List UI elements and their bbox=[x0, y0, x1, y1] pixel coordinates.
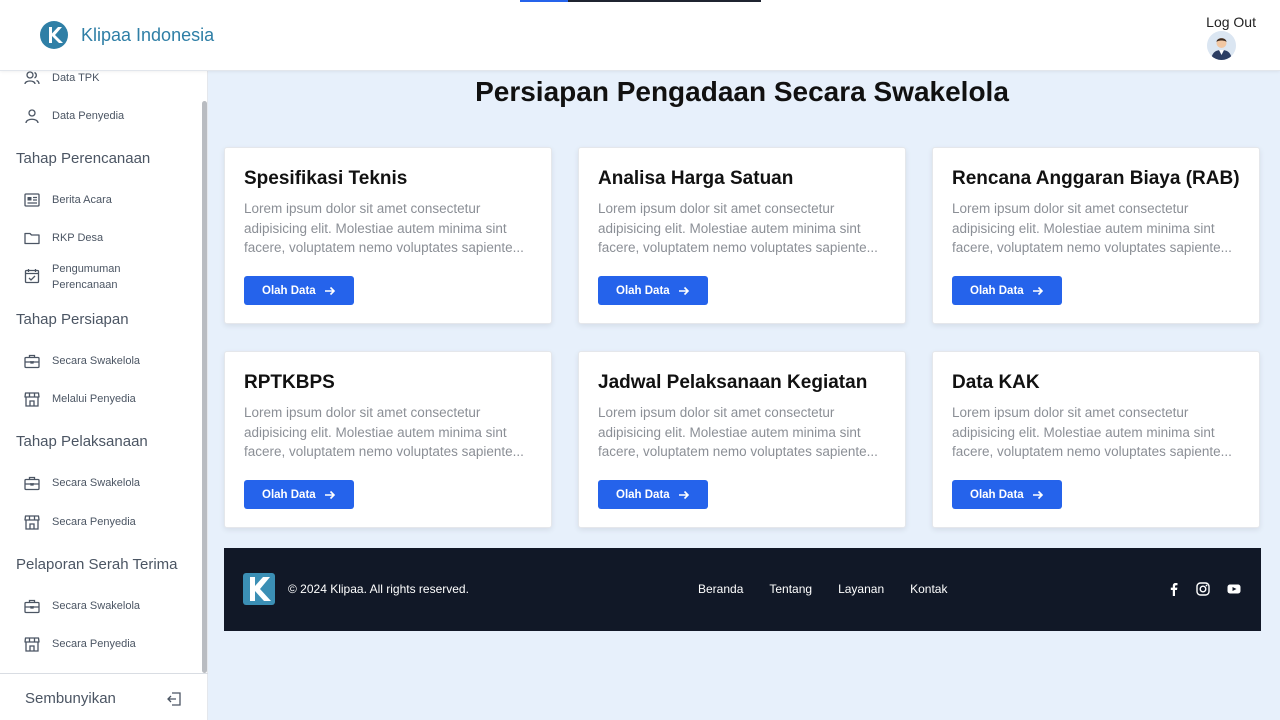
sidebar-item-label: Secara Swakelola bbox=[52, 477, 141, 489]
document-card-icon bbox=[24, 193, 40, 207]
card-description: Lorem ipsum dolor sit amet consectetur a… bbox=[598, 201, 878, 255]
arrow-right-icon bbox=[1032, 286, 1043, 295]
card-jadwal-pelaksanaan: Jadwal Pelaksanaan Kegiatan Lorem ipsum … bbox=[578, 351, 906, 528]
sidebar-item-pengumuman-perencanaan[interactable]: Pengumuman Perencanaan bbox=[24, 261, 142, 293]
button-label: Olah Data bbox=[262, 284, 316, 297]
sidebar-item-label: Berita Acara bbox=[52, 194, 112, 206]
olah-data-button[interactable]: Olah Data bbox=[598, 480, 708, 509]
button-label: Olah Data bbox=[970, 284, 1024, 297]
section-title-pelaksanaan: Tahap Pelaksanaan bbox=[16, 433, 148, 450]
facebook-icon[interactable] bbox=[1167, 582, 1181, 596]
loading-progress-bar bbox=[520, 0, 761, 2]
section-title-perencanaan: Tahap Perencanaan bbox=[16, 150, 151, 167]
sidebar-scrollbar[interactable] bbox=[202, 101, 207, 673]
user-icon bbox=[25, 109, 39, 124]
page-footer: © 2024 Klipaa. All rights reserved. Bera… bbox=[224, 548, 1261, 631]
briefcase-icon bbox=[24, 599, 40, 614]
card-title: Analisa Harga Satuan bbox=[598, 168, 794, 189]
instagram-icon[interactable] bbox=[1196, 582, 1210, 596]
arrow-right-icon bbox=[324, 286, 335, 295]
youtube-icon[interactable] bbox=[1227, 582, 1241, 596]
klipaa-logo-icon bbox=[40, 21, 68, 49]
olah-data-button[interactable]: Olah Data bbox=[598, 276, 708, 305]
logout-link[interactable]: Log Out bbox=[1206, 14, 1256, 30]
sidebar-item-data-penyedia[interactable]: Data Penyedia bbox=[24, 108, 124, 124]
card-title: Data KAK bbox=[952, 372, 1040, 393]
sidebar-item-label: Secara Swakelola bbox=[52, 355, 141, 367]
card-title: Jadwal Pelaksanaan Kegiatan bbox=[598, 372, 868, 393]
card-title: RPTKBPS bbox=[244, 372, 335, 393]
button-label: Olah Data bbox=[970, 488, 1024, 501]
hide-sidebar-label: Sembunyikan bbox=[25, 690, 116, 707]
calendar-check-icon bbox=[24, 269, 40, 284]
sidebar-item-label: Secara Swakelola bbox=[52, 600, 141, 612]
arrow-right-icon bbox=[678, 286, 689, 295]
section-title-pelaporan: Pelaporan Serah Terima bbox=[16, 556, 178, 573]
sidebar-item-label: Secara Penyedia bbox=[52, 516, 136, 528]
card-title: Rencana Anggaran Biaya (RAB) bbox=[952, 168, 1240, 189]
sidebar-item-pelaporan-penyedia[interactable]: Secara Penyedia bbox=[24, 636, 136, 652]
button-label: Olah Data bbox=[616, 488, 670, 501]
card-analisa-harga-satuan: Analisa Harga Satuan Lorem ipsum dolor s… bbox=[578, 147, 906, 324]
folder-icon bbox=[24, 232, 40, 245]
sidebar-item-pelaksanaan-penyedia[interactable]: Secara Penyedia bbox=[24, 514, 136, 530]
sidebar: Data TPK Data Penyedia Tahap Perencanaan… bbox=[0, 71, 208, 720]
store-icon bbox=[24, 515, 40, 530]
page-title: Persiapan Pengadaan Secara Swakelola bbox=[475, 76, 1009, 107]
sidebar-item-persiapan-penyedia[interactable]: Melalui Penyedia bbox=[24, 391, 136, 407]
button-label: Olah Data bbox=[262, 488, 316, 501]
store-icon bbox=[24, 392, 40, 407]
card-description: Lorem ipsum dolor sit amet consectetur a… bbox=[244, 405, 524, 459]
card-description: Lorem ipsum dolor sit amet consectetur a… bbox=[598, 405, 878, 459]
olah-data-button[interactable]: Olah Data bbox=[952, 480, 1062, 509]
sidebar-item-berita-acara[interactable]: Berita Acara bbox=[24, 192, 112, 208]
footer-link-tentang[interactable]: Tentang bbox=[769, 582, 812, 596]
card-rencana-anggaran-biaya: Rencana Anggaran Biaya (RAB) Lorem ipsum… bbox=[932, 147, 1260, 324]
button-label: Olah Data bbox=[616, 284, 670, 297]
olah-data-button[interactable]: Olah Data bbox=[244, 276, 354, 305]
card-rptkbps: RPTKBPS Lorem ipsum dolor sit amet conse… bbox=[224, 351, 552, 528]
olah-data-button[interactable]: Olah Data bbox=[952, 276, 1062, 305]
arrow-right-icon bbox=[324, 490, 335, 499]
sidebar-nav: Data TPK Data Penyedia Tahap Perencanaan… bbox=[0, 71, 208, 673]
sidebar-item-label: Data TPK bbox=[52, 72, 100, 84]
klipaa-logo-icon bbox=[243, 573, 275, 605]
store-icon bbox=[24, 637, 40, 652]
olah-data-button[interactable]: Olah Data bbox=[244, 480, 354, 509]
card-title: Spesifikasi Teknis bbox=[244, 168, 408, 189]
sidebar-item-label: Secara Penyedia bbox=[52, 638, 136, 650]
sidebar-item-label: Melalui Penyedia bbox=[52, 393, 136, 405]
arrow-right-icon bbox=[1032, 490, 1043, 499]
card-description: Lorem ipsum dolor sit amet consectetur a… bbox=[244, 201, 524, 255]
briefcase-icon bbox=[24, 354, 40, 369]
footer-link-kontak[interactable]: Kontak bbox=[910, 582, 947, 596]
user-avatar[interactable] bbox=[1207, 31, 1236, 60]
sidebar-item-label: Pengumuman Perencanaan bbox=[52, 263, 121, 291]
sidebar-item-persiapan-swakelola[interactable]: Secara Swakelola bbox=[24, 353, 140, 369]
briefcase-icon bbox=[24, 476, 40, 491]
card-data-kak: Data KAK Lorem ipsum dolor sit amet cons… bbox=[932, 351, 1260, 528]
card-spesifikasi-teknis: Spesifikasi Teknis Lorem ipsum dolor sit… bbox=[224, 147, 552, 324]
card-description: Lorem ipsum dolor sit amet consectetur a… bbox=[952, 201, 1232, 255]
footer-nav: Beranda Tentang Layanan Kontak bbox=[698, 582, 973, 596]
brand[interactable]: Klipaa Indonesia bbox=[39, 20, 214, 50]
top-header: Klipaa Indonesia Log Out bbox=[0, 0, 1280, 71]
card-description: Lorem ipsum dolor sit amet consectetur a… bbox=[952, 405, 1232, 459]
sidebar-item-data-tpk[interactable]: Data TPK bbox=[24, 71, 100, 86]
user-group-icon bbox=[24, 71, 40, 85]
sidebar-item-label: Data Penyedia bbox=[52, 110, 125, 122]
logout-arrow-icon bbox=[167, 692, 181, 706]
footer-link-layanan[interactable]: Layanan bbox=[838, 582, 884, 596]
sidebar-item-label: RKP Desa bbox=[52, 232, 104, 244]
sidebar-item-rkp-desa[interactable]: RKP Desa bbox=[24, 230, 103, 246]
sidebar-item-pelaksanaan-swakelola[interactable]: Secara Swakelola bbox=[24, 475, 140, 491]
copyright-text: © 2024 Klipaa. All rights reserved. bbox=[288, 582, 469, 596]
arrow-right-icon bbox=[678, 490, 689, 499]
sidebar-item-pelaporan-swakelola[interactable]: Secara Swakelola bbox=[24, 598, 140, 614]
hide-sidebar-button[interactable]: Sembunyikan bbox=[0, 673, 208, 720]
avatar-icon bbox=[1207, 31, 1236, 60]
footer-link-beranda[interactable]: Beranda bbox=[698, 582, 743, 596]
section-title-persiapan: Tahap Persiapan bbox=[16, 311, 129, 328]
brand-name: Klipaa Indonesia bbox=[81, 24, 215, 45]
